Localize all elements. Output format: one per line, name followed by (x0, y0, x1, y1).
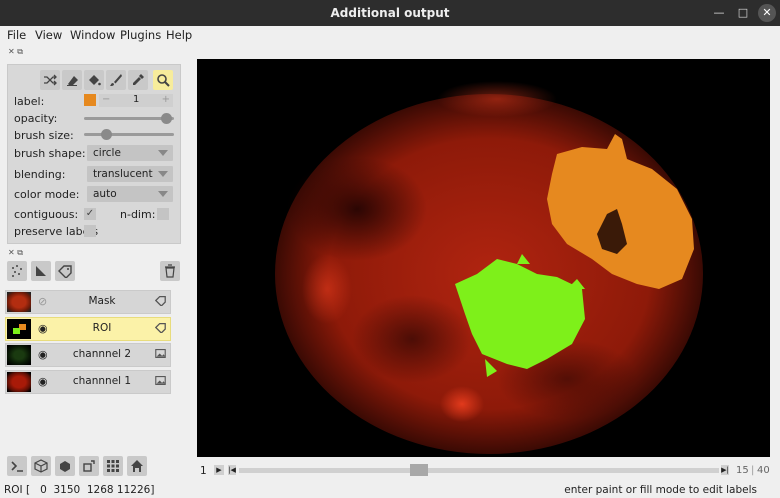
dims-slider-track[interactable] (239, 468, 719, 473)
chevron-down-icon (158, 150, 168, 156)
home-icon[interactable] (127, 456, 147, 476)
maximize-icon[interactable]: □ (734, 4, 752, 22)
contiguous-label: contiguous: (14, 208, 79, 221)
blending-dropdown[interactable]: translucent (87, 166, 173, 182)
layer-name[interactable]: ROI (56, 322, 148, 334)
step-back-icon[interactable]: |◀ (228, 465, 236, 475)
visibility-icon[interactable]: ◉ (38, 375, 48, 388)
layer-name[interactable]: channnel 2 (56, 348, 148, 360)
new-points-icon[interactable] (7, 261, 27, 281)
menu-plugins[interactable]: Plugins (120, 28, 161, 42)
shuffle-icon[interactable] (40, 70, 60, 90)
layer-item-channel-2[interactable]: ◉ channnel 2 (5, 343, 171, 367)
dims-max-value: 40 (757, 465, 770, 476)
delete-layer-icon[interactable] (160, 261, 180, 281)
image-canvas[interactable] (197, 59, 770, 457)
color-mode-value: auto (93, 188, 117, 200)
brush-shape-dropdown[interactable]: circle (87, 145, 173, 161)
layer-thumbnail (7, 292, 31, 312)
zoom-icon[interactable] (153, 70, 173, 90)
brush-size-label: brush size: (14, 129, 74, 142)
brush-size-slider-handle[interactable] (101, 129, 112, 140)
grid-icon[interactable] (103, 456, 123, 476)
dock-close-float-icons[interactable]: ✕ ⧉ (8, 47, 23, 57)
title-bar: Additional output — □ ✕ (0, 0, 780, 26)
color-picker-icon[interactable] (128, 70, 148, 90)
layer-thumbnail (7, 345, 31, 365)
layer-list-toolbar (7, 261, 180, 283)
viewer-buttons (5, 456, 155, 478)
brush-shape-label: brush shape: (14, 147, 86, 160)
menu-bar: File View Window Plugins Help (0, 26, 780, 44)
layer-item-mask[interactable]: ⊘ Mask (5, 290, 171, 314)
color-mode-dropdown[interactable]: auto (87, 186, 173, 202)
visibility-icon[interactable]: ◉ (38, 322, 48, 335)
menu-file[interactable]: File (7, 28, 26, 42)
label-field-label: label: (14, 95, 45, 108)
paintbrush-icon[interactable] (106, 70, 126, 90)
ndisplay-3d-icon[interactable] (31, 456, 51, 476)
n-dim-checkbox[interactable] (157, 208, 169, 220)
dock-close-float-icons[interactable]: ✕ ⧉ (8, 248, 23, 258)
menu-view[interactable]: View (35, 28, 62, 42)
roll-dims-icon[interactable] (55, 456, 75, 476)
menu-window[interactable]: Window (70, 28, 115, 42)
layer-thumbnail (7, 319, 31, 339)
layer-name[interactable]: Mask (56, 295, 148, 307)
play-icon[interactable]: ▶ (214, 465, 224, 475)
minimize-icon[interactable]: — (710, 4, 728, 22)
status-help-text: enter paint or fill mode to edit labels (564, 484, 757, 496)
menu-help[interactable]: Help (166, 28, 192, 42)
eraser-icon[interactable] (62, 70, 82, 90)
dims-slider-handle[interactable] (410, 464, 428, 476)
status-layer-info: ROI [ 0 3150 1268 11226] (4, 484, 155, 496)
layer-item-roi[interactable]: ◉ ROI (5, 317, 171, 341)
color-mode-label: color mode: (14, 188, 80, 201)
layer-name[interactable]: channnel 1 (56, 375, 148, 387)
microscopy-image[interactable] (197, 59, 770, 457)
new-shapes-icon[interactable] (31, 261, 51, 281)
image-icon (155, 375, 166, 389)
step-forward-icon[interactable]: ▶| (721, 465, 729, 475)
label-decrement[interactable]: − (102, 94, 110, 105)
preserve-labels-checkbox[interactable] (84, 225, 96, 237)
brush-shape-value: circle (93, 147, 121, 159)
close-icon[interactable]: ✕ (758, 4, 776, 22)
label-tag-icon (154, 322, 166, 336)
chevron-down-icon (158, 171, 168, 177)
chevron-down-icon (158, 191, 168, 197)
layer-item-channel-1[interactable]: ◉ channnel 1 (5, 370, 171, 394)
image-icon (155, 348, 166, 362)
label-tag-icon (154, 295, 166, 309)
label-spinbox[interactable]: − 1 + (99, 94, 173, 107)
visibility-icon[interactable]: ◉ (38, 348, 48, 361)
visibility-off-icon[interactable]: ⊘ (38, 295, 47, 308)
blending-value: translucent (93, 168, 153, 180)
brush-size-slider[interactable] (84, 133, 174, 136)
window-title: Additional output (330, 6, 450, 20)
label-value[interactable]: 1 (133, 94, 139, 105)
console-icon[interactable] (7, 456, 27, 476)
dims-current-value[interactable]: 15 (736, 465, 749, 476)
dims-axis-label: 1 (200, 465, 207, 477)
layer-thumbnail (7, 372, 31, 392)
blending-label: blending: (14, 168, 66, 181)
fill-bucket-icon[interactable] (84, 70, 104, 90)
label-increment[interactable]: + (162, 94, 170, 105)
opacity-slider-handle[interactable] (161, 113, 172, 124)
contiguous-checkbox[interactable]: ✓ (84, 208, 96, 220)
layer-controls-panel: label: − 1 + opacity: brush size: brush … (7, 64, 181, 244)
dims-slider-bar: 1 ▶ |◀ ▶| 15 | 40 (200, 464, 770, 477)
label-color-swatch[interactable] (84, 94, 96, 106)
opacity-label: opacity: (14, 112, 58, 125)
status-bar: ROI [ 0 3150 1268 11226] enter paint or … (0, 482, 780, 498)
new-labels-icon[interactable] (55, 261, 75, 281)
transpose-icon[interactable] (79, 456, 99, 476)
n-dim-label: n-dim: (120, 208, 156, 221)
